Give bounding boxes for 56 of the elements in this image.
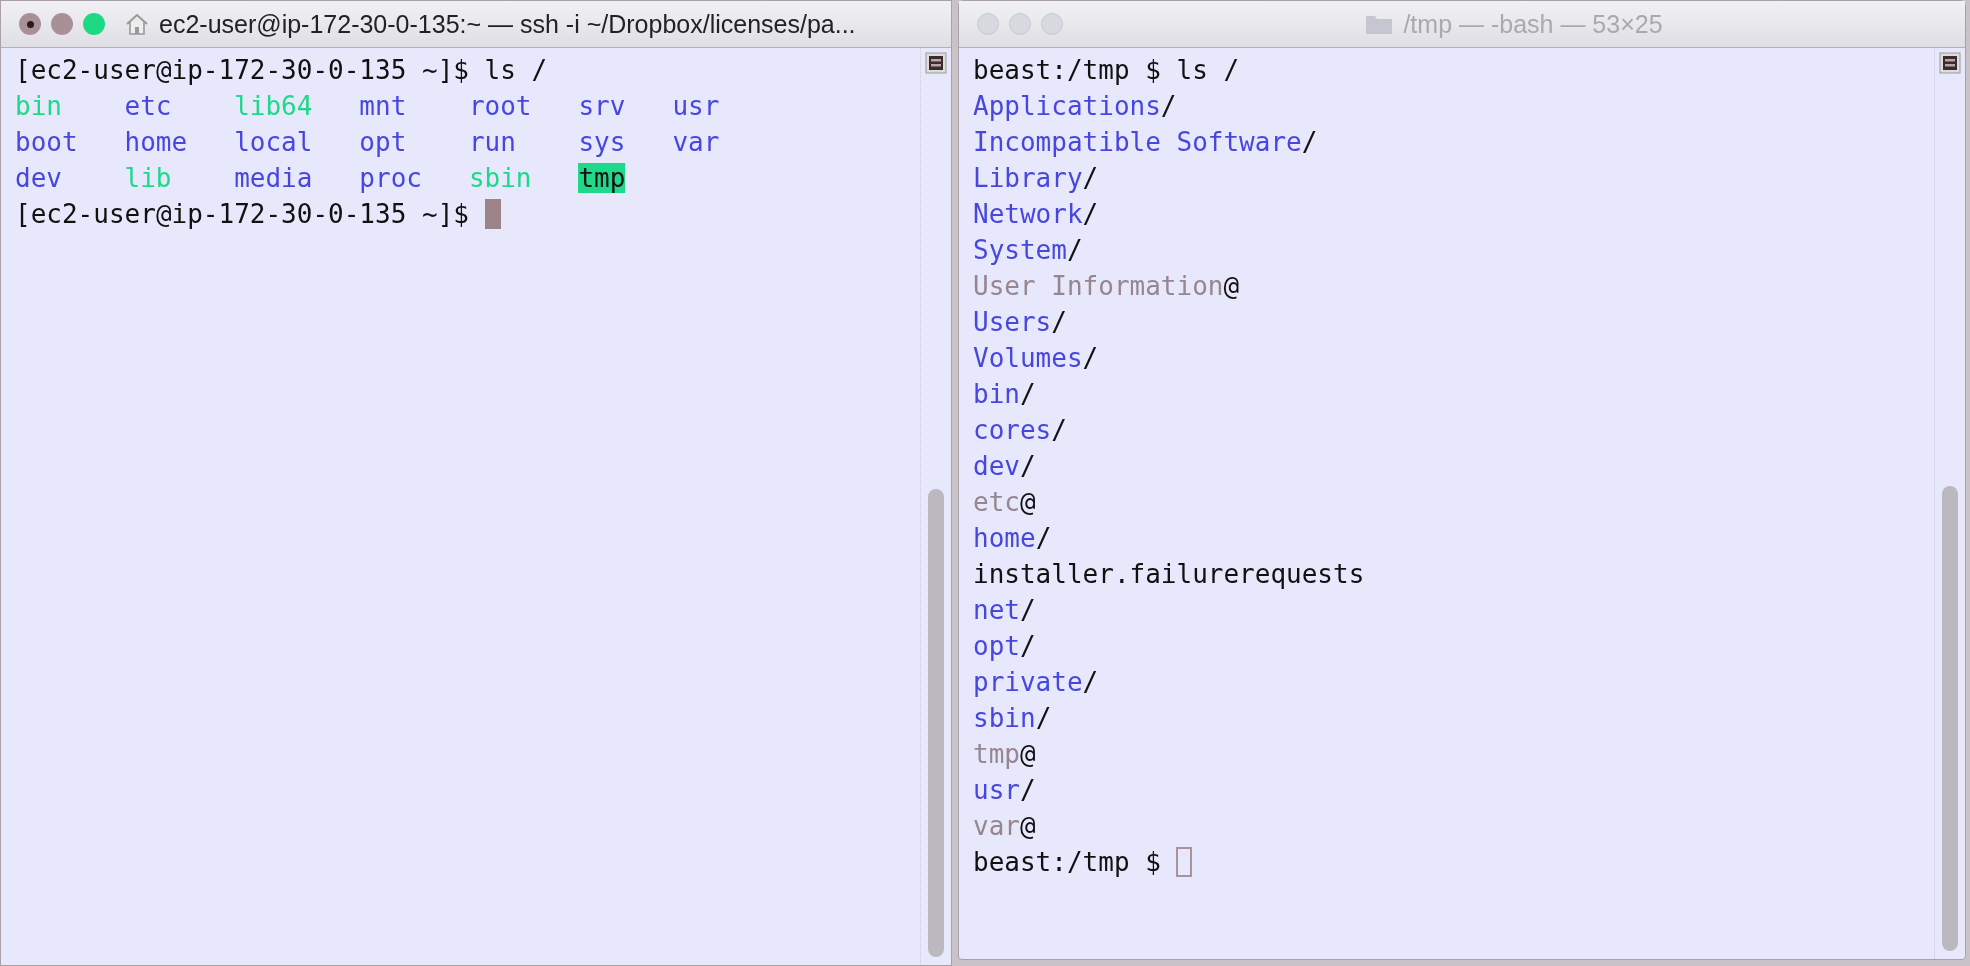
file-entry: Users/: [973, 306, 1067, 339]
directory-name: media: [234, 163, 313, 193]
file-entry: tmp@: [973, 738, 1036, 771]
directory-name: var: [672, 127, 720, 157]
zoom-window-button[interactable]: [83, 13, 105, 35]
directory-name: dev: [15, 163, 62, 193]
file-entry: home/: [973, 522, 1052, 555]
file-entry: installer.failurerequests: [973, 558, 1365, 591]
window-title: ec2-user@ip-172-30-0-135:~ — ssh -i ~/Dropbox/licenses/pa...: [159, 9, 856, 39]
file-entry: net/: [973, 594, 1036, 627]
directory-name: srv: [578, 91, 626, 121]
file-entry: var@: [973, 810, 1036, 843]
directory-name: local: [234, 127, 313, 157]
shell-prompt: [ec2-user@ip-172-30-0-135 ~]$: [15, 198, 469, 231]
directory-name: mnt: [359, 91, 407, 121]
file-entry: User Information@: [973, 270, 1240, 303]
command-text: ls /: [484, 54, 548, 87]
file-entry: opt/: [973, 630, 1036, 663]
file-entry: Incompatible Software/: [973, 126, 1318, 159]
shell-prompt: [ec2-user@ip-172-30-0-135 ~]$: [15, 54, 469, 87]
directory-name: bin: [15, 91, 62, 121]
scrollbar-thumb[interactable]: [928, 489, 944, 957]
shell-prompt: beast:/tmp $: [973, 846, 1161, 879]
minimize-window-button[interactable]: [51, 13, 73, 35]
shell-prompt: beast:/tmp $: [973, 54, 1161, 87]
file-entry: Network/: [973, 198, 1099, 231]
directory-name: root: [468, 91, 532, 121]
house-icon: [125, 13, 149, 35]
directory-name: lib: [124, 163, 172, 193]
file-entry: etc@: [973, 486, 1036, 519]
directory-name: etc: [124, 91, 172, 121]
close-window-button[interactable]: [19, 13, 41, 35]
directory-name: boot: [15, 127, 78, 157]
file-entry: private/: [973, 666, 1099, 699]
directory-name: home: [124, 127, 188, 157]
window-title: /tmp — -bash — 53×25: [1403, 9, 1663, 39]
menu-icon[interactable]: [925, 52, 947, 74]
command-text: ls /: [1176, 54, 1240, 87]
file-entry: Volumes/: [973, 342, 1099, 375]
file-entry: sbin/: [973, 702, 1052, 735]
directory-name: opt: [359, 127, 407, 157]
directory-name: lib64: [234, 91, 313, 121]
directory-name: tmp: [578, 163, 626, 193]
directory-name: sbin: [468, 163, 532, 193]
directory-name: usr: [672, 91, 720, 121]
directory-name: sys: [578, 127, 626, 157]
file-entry: cores/: [973, 414, 1067, 447]
file-entry: bin/: [973, 378, 1036, 411]
directory-name: run: [468, 127, 516, 157]
folder-icon: [1365, 13, 1394, 35]
file-entry: System/: [973, 234, 1083, 267]
file-entry: Applications/: [973, 90, 1177, 123]
directory-name: proc: [359, 163, 422, 193]
file-entry: Library/: [973, 162, 1099, 195]
file-entry: dev/: [973, 450, 1036, 483]
file-entry: usr/: [973, 774, 1036, 807]
